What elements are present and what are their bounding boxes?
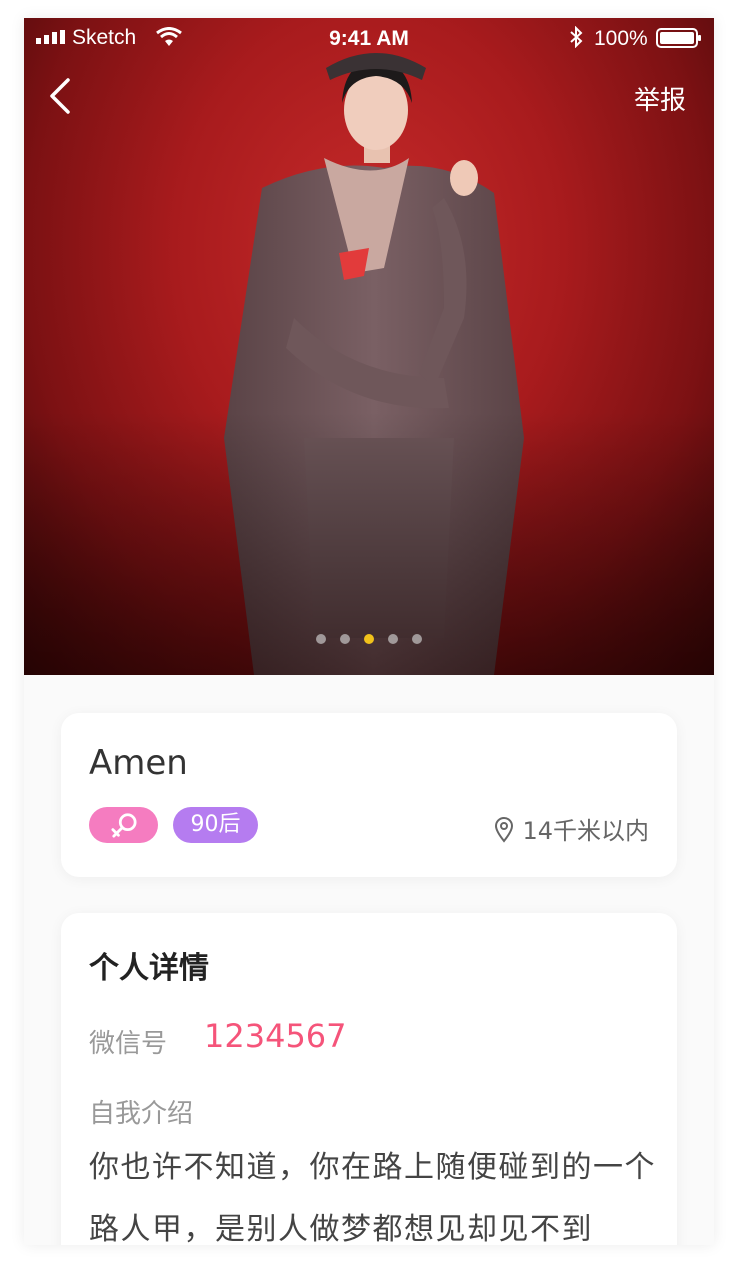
back-button[interactable] xyxy=(42,74,78,118)
bluetooth-icon xyxy=(570,26,583,48)
carousel-dot-active[interactable] xyxy=(364,634,374,644)
location-pin-icon xyxy=(495,817,514,843)
profile-photo[interactable]: Sketch 9:41 AM 100% 举报 xyxy=(24,18,714,675)
profile-card: Amen 90后 14千米以内 xyxy=(61,713,677,877)
report-button[interactable]: 举报 xyxy=(634,80,686,117)
chevron-left-icon xyxy=(50,78,70,114)
section-title: 个人详情 xyxy=(89,951,209,986)
intro-label: 自我介绍 xyxy=(89,1099,194,1129)
carousel-dot[interactable] xyxy=(412,634,422,644)
carousel-dot[interactable] xyxy=(388,634,398,644)
wechat-label: 微信号 xyxy=(89,1029,168,1059)
age-tag: 90后 xyxy=(173,807,258,843)
battery-percent: 100% xyxy=(594,27,648,50)
phone-screen: Sketch 9:41 AM 100% 举报 Amen 90后 14千米以内 个… xyxy=(24,18,714,1245)
person-photo-image xyxy=(24,18,714,675)
status-bar: Sketch 9:41 AM 100% xyxy=(24,18,714,58)
details-card: 个人详情 微信号 1234567 自我介绍 你也许不知道，你在路上随便碰到的一个… xyxy=(61,913,677,1245)
carousel-dot[interactable] xyxy=(316,634,326,644)
female-icon xyxy=(110,813,137,838)
user-name: Amen xyxy=(89,743,188,783)
wechat-id[interactable]: 1234567 xyxy=(204,1017,347,1055)
distance-info: 14千米以内 xyxy=(494,811,649,846)
carousel-dot[interactable] xyxy=(340,634,350,644)
carousel-indicator xyxy=(24,634,714,644)
distance-label: 14千米以内 xyxy=(522,817,649,845)
intro-text: 你也许不知道，你在路上随便碰到的一个路人甲，是别人做梦都想见却见不到 xyxy=(89,1150,656,1245)
gender-tag xyxy=(89,807,158,843)
battery-icon xyxy=(656,28,701,48)
